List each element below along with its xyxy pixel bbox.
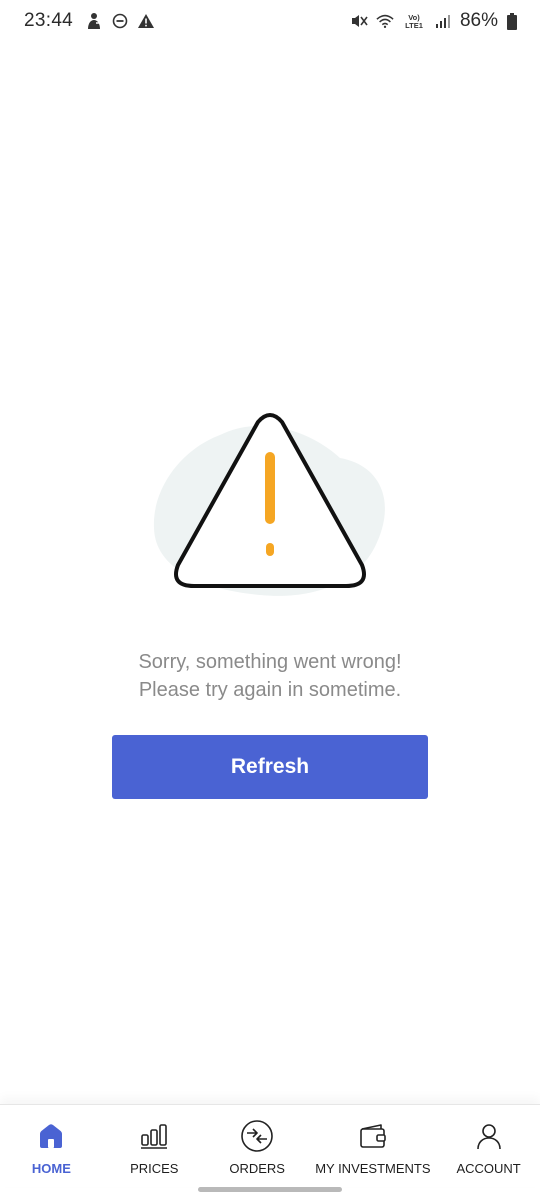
warning-icon [137, 12, 155, 30]
error-illustration [150, 410, 390, 605]
user-alert-icon [85, 12, 103, 30]
wifi-icon [376, 12, 394, 30]
error-line-2: Please try again in sometime. [138, 679, 402, 701]
exchange-icon [240, 1119, 274, 1153]
battery-percentage: 86% [459, 10, 498, 31]
home-icon [34, 1119, 68, 1153]
status-left: 23:44 [24, 10, 155, 32]
person-icon [472, 1119, 506, 1153]
exclamation-dot [266, 543, 274, 556]
nav-label-account: ACCOUNT [456, 1161, 521, 1176]
mute-icon [350, 12, 368, 30]
exclamation-bar [265, 452, 275, 524]
nav-item-home[interactable]: HOME [0, 1105, 103, 1187]
error-line-1: Sorry, something went wrong! [138, 651, 402, 673]
nav-label-prices: PRICES [130, 1161, 179, 1176]
bottom-nav: HOME PRICES ORDERS MY INVESTMENTS ACCOUN… [0, 1104, 540, 1187]
bar-chart-icon [137, 1119, 171, 1153]
do-not-disturb-icon [111, 12, 129, 30]
nav-item-prices[interactable]: PRICES [103, 1105, 206, 1187]
refresh-button[interactable]: Refresh [112, 735, 428, 799]
status-right: Vo) LTE1 86% [350, 10, 518, 32]
battery-icon [506, 12, 518, 30]
nav-item-my-investments[interactable]: MY INVESTMENTS [309, 1105, 438, 1187]
gesture-bar[interactable] [198, 1187, 342, 1192]
error-message: Sorry, something went wrong! Please try … [0, 648, 540, 704]
wallet-icon [356, 1119, 390, 1153]
signal-icon [434, 12, 452, 30]
lte-icon: Vo) LTE1 [402, 12, 426, 30]
nav-item-account[interactable]: ACCOUNT [437, 1105, 540, 1187]
nav-item-orders[interactable]: ORDERS [206, 1105, 309, 1187]
status-bar: 23:44 Vo) LTE1 86% [0, 0, 540, 42]
warning-triangle-icon [153, 413, 385, 596]
svg-text:LTE1: LTE1 [405, 21, 423, 30]
status-time: 23:44 [24, 10, 74, 31]
nav-label-my-investments: MY INVESTMENTS [315, 1161, 431, 1176]
nav-label-orders: ORDERS [229, 1161, 285, 1176]
nav-label-home: HOME [31, 1161, 71, 1176]
